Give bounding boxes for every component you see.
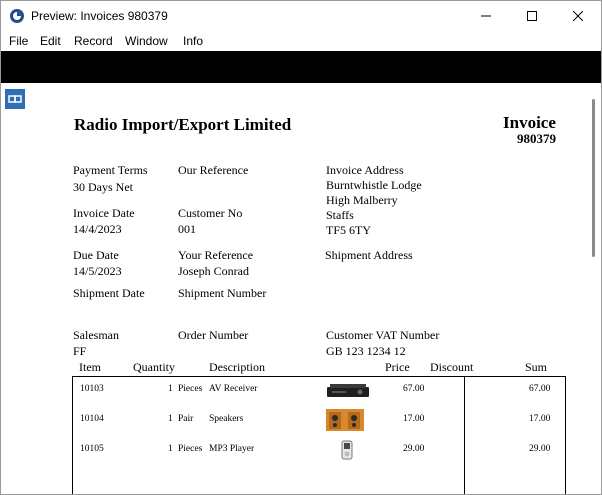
- shipment-address-label: Shipment Address: [325, 248, 413, 262]
- close-icon: [573, 11, 583, 21]
- scrollbar-thumb[interactable]: [592, 99, 595, 257]
- address-line-3: Staffs: [326, 208, 354, 222]
- row-price: 29.00: [403, 444, 425, 454]
- row-item: 10104: [80, 414, 104, 424]
- speakers-thumbnail: [326, 409, 364, 431]
- shipment-number-label: Shipment Number: [178, 286, 267, 300]
- address-line-2: High Malberry: [326, 193, 398, 207]
- row-unit: Pair: [178, 414, 194, 424]
- col-sum: Sum: [525, 360, 548, 374]
- menu-file[interactable]: File: [9, 34, 28, 48]
- preview-content[interactable]: Radio Import/Export Limited Invoice 9803…: [1, 83, 601, 494]
- menu-record[interactable]: Record: [74, 34, 113, 48]
- col-quantity: Quantity: [133, 360, 175, 374]
- row-item: 10103: [80, 384, 104, 394]
- row-price: 67.00: [403, 384, 425, 394]
- app-logo-icon: [10, 9, 24, 23]
- row-item: 10105: [80, 444, 104, 454]
- close-button[interactable]: [555, 1, 601, 31]
- invoice-date-value: 14/4/2023: [73, 222, 122, 236]
- row-qty: 1: [168, 384, 173, 394]
- items-table: [72, 376, 566, 494]
- row-sum: 67.00: [529, 384, 551, 394]
- your-reference-label: Your Reference: [178, 248, 254, 262]
- row-price: 17.00: [403, 414, 425, 424]
- invoice-heading: Invoice: [503, 113, 556, 132]
- av-receiver-thumbnail: [327, 384, 369, 397]
- row-description: AV Receiver: [209, 384, 258, 394]
- col-discount: Discount: [430, 360, 474, 374]
- attachment-toggle-button[interactable]: [5, 89, 25, 109]
- menu-window[interactable]: Window: [125, 34, 168, 48]
- address-line-1: Burntwhistle Lodge: [326, 178, 422, 192]
- maximize-button[interactable]: [509, 1, 555, 31]
- our-reference-label: Our Reference: [178, 163, 249, 177]
- menu-bar: File Edit Record Window Info: [1, 31, 601, 51]
- col-description: Description: [209, 360, 265, 374]
- row-sum: 17.00: [529, 414, 551, 424]
- salesman-value: FF: [73, 344, 87, 358]
- address-line-4: TF5 6TY: [326, 223, 371, 237]
- vat-label: Customer VAT Number: [326, 328, 440, 342]
- window-title: Preview: Invoices 980379: [31, 9, 168, 23]
- invoice-date-label: Invoice Date: [73, 206, 135, 220]
- row-qty: 1: [168, 444, 173, 454]
- order-number-label: Order Number: [178, 328, 249, 342]
- customer-no-label: Customer No: [178, 206, 243, 220]
- invoice-number: 980379: [517, 131, 556, 146]
- sum-column-divider: [464, 376, 465, 494]
- payment-terms-value: 30 Days Net: [73, 180, 133, 194]
- title-bar[interactable]: Preview: Invoices 980379: [1, 1, 601, 31]
- row-qty: 1: [168, 414, 173, 424]
- vat-value: GB 123 1234 12: [326, 344, 406, 358]
- your-reference-value: Joseph Conrad: [178, 264, 249, 278]
- toolbar: [1, 51, 601, 83]
- due-date-value: 14/5/2023: [73, 264, 122, 278]
- menu-info[interactable]: Info: [183, 34, 203, 48]
- mp3-player-thumbnail: [341, 440, 353, 460]
- minimize-button[interactable]: [463, 1, 509, 31]
- minimize-icon: [481, 15, 491, 17]
- customer-no-value: 001: [178, 222, 196, 236]
- invoice-address-label: Invoice Address: [326, 163, 404, 177]
- salesman-label: Salesman: [73, 328, 119, 342]
- due-date-label: Due Date: [73, 248, 119, 262]
- maximize-icon: [527, 11, 537, 21]
- col-price: Price: [385, 360, 410, 374]
- row-description: MP3 Player: [209, 444, 255, 454]
- payment-terms-label: Payment Terms: [73, 163, 148, 177]
- company-name: Radio Import/Export Limited: [74, 115, 292, 134]
- shipment-date-label: Shipment Date: [73, 286, 145, 300]
- col-item: Item: [79, 360, 101, 374]
- link-icon: [8, 95, 22, 103]
- row-unit: Pieces: [178, 444, 203, 454]
- invoice-document: Radio Import/Export Limited Invoice 9803…: [1, 83, 586, 494]
- row-sum: 29.00: [529, 444, 551, 454]
- vertical-scrollbar[interactable]: [586, 93, 600, 494]
- preview-window: Preview: Invoices 980379 File Edit Recor…: [0, 0, 602, 495]
- row-unit: Pieces: [178, 384, 203, 394]
- row-description: Speakers: [209, 414, 244, 424]
- menu-edit[interactable]: Edit: [40, 34, 61, 48]
